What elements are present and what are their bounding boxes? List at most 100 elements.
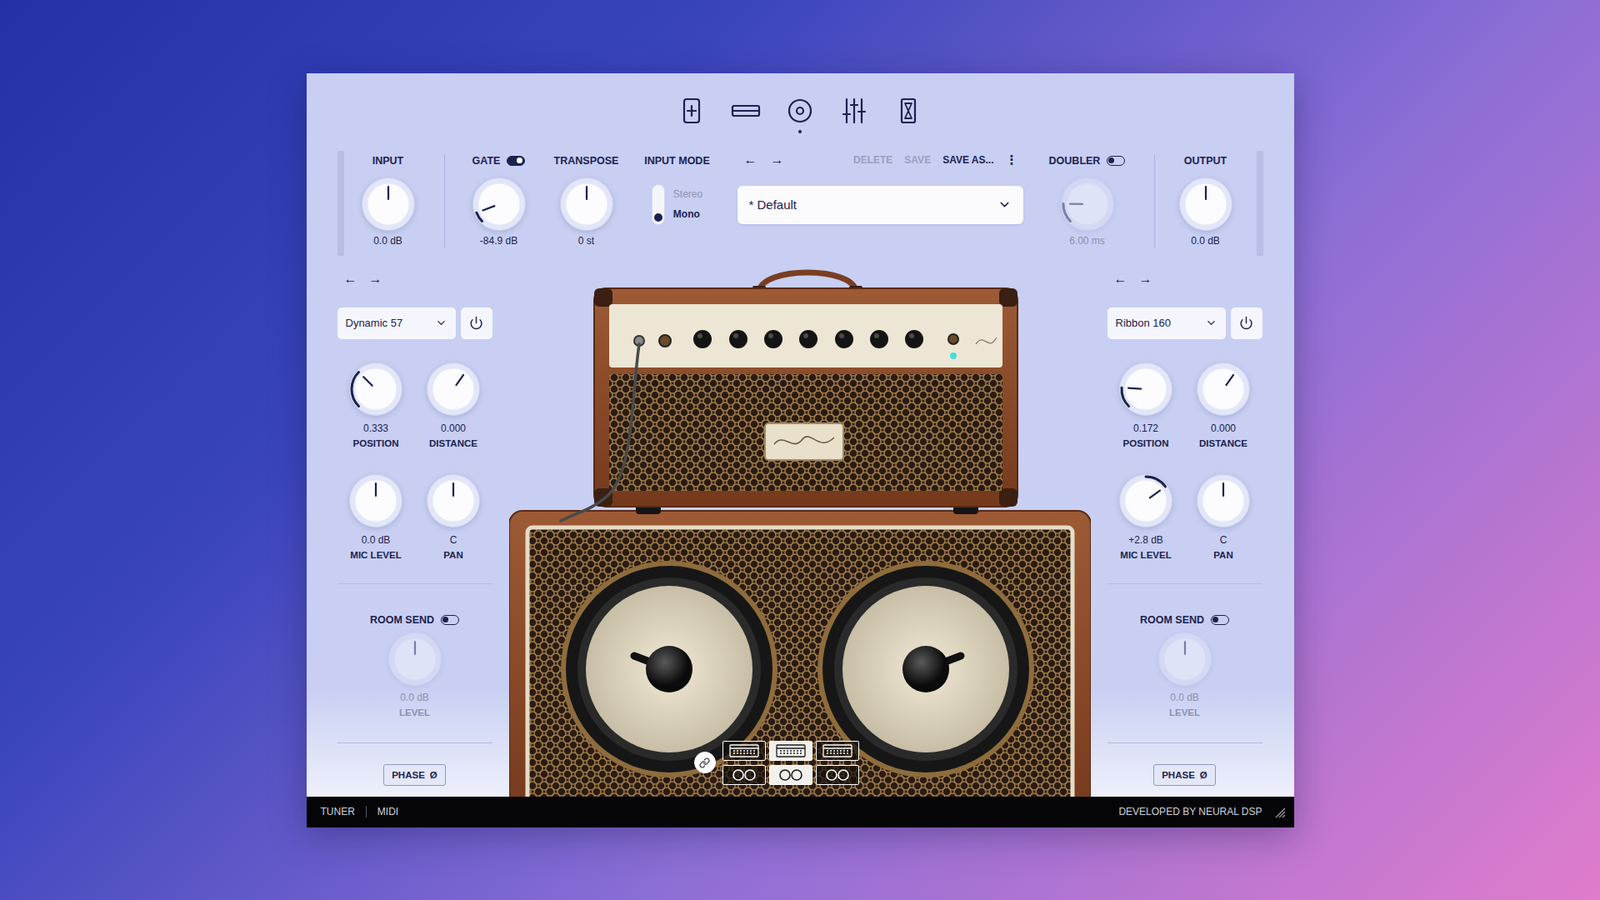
power-icon <box>1239 315 1254 330</box>
output-control: OUTPUT0.0 dB <box>1155 145 1257 248</box>
input-value: 0.0 dB <box>373 234 403 248</box>
footer-divider <box>365 805 367 818</box>
cab-thumb-icon <box>774 767 808 783</box>
amp-thumbnail[interactable] <box>769 740 813 761</box>
preset-action-button[interactable]: SAVE <box>904 154 931 166</box>
nav-item[interactable] <box>893 96 924 134</box>
mic-knob-control: CPAN <box>415 473 493 562</box>
knob-value: C <box>450 533 458 547</box>
mic-knob[interactable] <box>1195 473 1251 529</box>
input-mode-option[interactable]: Mono <box>673 208 703 220</box>
mic-power-button[interactable] <box>460 307 493 340</box>
knob-value: +2.8 dB <box>1128 533 1164 547</box>
gate-toggle[interactable] <box>506 155 525 166</box>
mic-knobs: 0.172POSITION0.000DISTANCE+2.8 dBMIC LEV… <box>1107 361 1263 562</box>
room-send-toggle[interactable] <box>1210 615 1230 625</box>
input-mode-control: INPUT MODE Stereo Mono <box>620 145 735 225</box>
preset-panel: ← → DELETE SAVE SAVE AS... ⋮ * Default <box>737 145 1024 225</box>
timer-icon <box>893 96 924 125</box>
mic-select[interactable]: Dynamic 57 <box>337 307 456 340</box>
room-send-toggle[interactable] <box>440 615 460 625</box>
cab-thumbnail[interactable] <box>815 765 860 785</box>
preset-select[interactable]: * Default <box>737 185 1024 225</box>
footer-bar: TUNER MIDI DEVELOPED BY NEURAL DSP <box>306 796 1295 828</box>
nav-item[interactable] <box>730 96 761 134</box>
output-knob[interactable] <box>1178 176 1234 232</box>
next-preset-button[interactable]: → <box>770 151 785 169</box>
knob-label: MIC LEVEL <box>350 548 401 562</box>
nav-indicator <box>798 130 802 134</box>
footer-button[interactable]: TUNER <box>320 805 355 818</box>
amp-thumbnail[interactable] <box>722 740 766 761</box>
gate-knob[interactable] <box>471 176 527 232</box>
prev-preset-button[interactable]: ← <box>744 151 758 169</box>
mic-knob[interactable] <box>1195 361 1251 417</box>
mic-knob[interactable] <box>348 473 404 529</box>
phase-button[interactable]: PHASEØ <box>383 764 446 786</box>
mic-power-button[interactable] <box>1230 307 1263 340</box>
cab-thumbnail[interactable] <box>722 765 766 785</box>
room-send-level-label: LEVEL <box>1169 705 1200 720</box>
amp-thumb-icon <box>727 743 761 759</box>
divider <box>1107 742 1263 744</box>
next-mic-button[interactable]: → <box>369 270 383 290</box>
input-mode-label: INPUT MODE <box>644 154 710 168</box>
preset-action-button[interactable]: SAVE AS... <box>942 154 994 166</box>
knob-label: DISTANCE <box>1199 436 1248 450</box>
input-mode-switch: Stereo Mono <box>651 184 703 225</box>
input-mode-thumb[interactable] <box>654 213 663 222</box>
divider <box>444 155 445 249</box>
amp-thumb-icon <box>774 743 808 759</box>
mic-knob[interactable] <box>425 473 481 529</box>
mic-knob[interactable] <box>348 361 404 417</box>
input-mode-track[interactable] <box>651 184 665 225</box>
phase-button[interactable]: PHASEØ <box>1153 764 1216 786</box>
link-icon <box>699 757 710 769</box>
nav-item[interactable] <box>785 96 815 134</box>
preset-action-button[interactable]: DELETE <box>853 154 893 166</box>
doubler-value: 6.00 ms <box>1069 234 1105 248</box>
doubler-knob[interactable] <box>1060 176 1115 232</box>
mic-knob-control: CPAN <box>1185 473 1263 562</box>
mic-select[interactable]: Ribbon 160 <box>1107 307 1226 340</box>
toggle-knob <box>442 616 449 623</box>
input-mode-option[interactable]: Stereo <box>673 188 703 200</box>
nav-item[interactable] <box>839 96 870 134</box>
amp-thumbnail[interactable] <box>815 740 860 761</box>
mic-knob-control: 0.000DISTANCE <box>415 361 493 450</box>
output-meter <box>1256 150 1264 256</box>
cab-thumbnail[interactable] <box>769 765 813 785</box>
footer-button[interactable]: MIDI <box>377 805 399 818</box>
amp-illustration <box>509 260 1091 797</box>
mic-knob[interactable] <box>1118 361 1174 417</box>
next-mic-button[interactable]: → <box>1139 270 1153 290</box>
doubler-toggle[interactable] <box>1106 155 1125 166</box>
mic-knob[interactable] <box>1118 473 1174 529</box>
room-send-knob[interactable] <box>387 631 443 687</box>
prev-mic-button[interactable]: ← <box>344 270 358 290</box>
power-icon <box>469 315 484 330</box>
knob-value: C <box>1220 533 1228 547</box>
room-send-knob[interactable] <box>1157 631 1213 687</box>
resize-handle[interactable] <box>1272 805 1286 819</box>
mic-nav: ←→ <box>337 270 493 290</box>
nav-item[interactable] <box>676 96 707 134</box>
toggle-knob <box>516 157 523 164</box>
more-button[interactable]: ⋮ <box>1005 152 1019 168</box>
transpose-knob[interactable] <box>559 176 615 232</box>
transpose-label: TRANSPOSE <box>554 154 620 168</box>
mic-knob[interactable] <box>425 361 481 417</box>
nav-indicator <box>690 130 694 134</box>
toggle-knob <box>1108 157 1115 164</box>
credit-text: DEVELOPED BY NEURAL DSP <box>1118 805 1262 818</box>
room-send-value: 0.0 dB <box>1170 690 1200 705</box>
amp-icon <box>785 96 815 125</box>
room-send-value: 0.0 dB <box>400 690 430 705</box>
input-knob[interactable] <box>360 176 416 232</box>
link-button[interactable] <box>694 751 716 774</box>
prev-mic-button[interactable]: ← <box>1114 270 1128 290</box>
rig-selector <box>694 740 860 785</box>
pedal-icon <box>676 96 707 125</box>
nav-indicator <box>744 130 748 134</box>
preset-actions: DELETE SAVE SAVE AS... ⋮ <box>853 152 1019 168</box>
